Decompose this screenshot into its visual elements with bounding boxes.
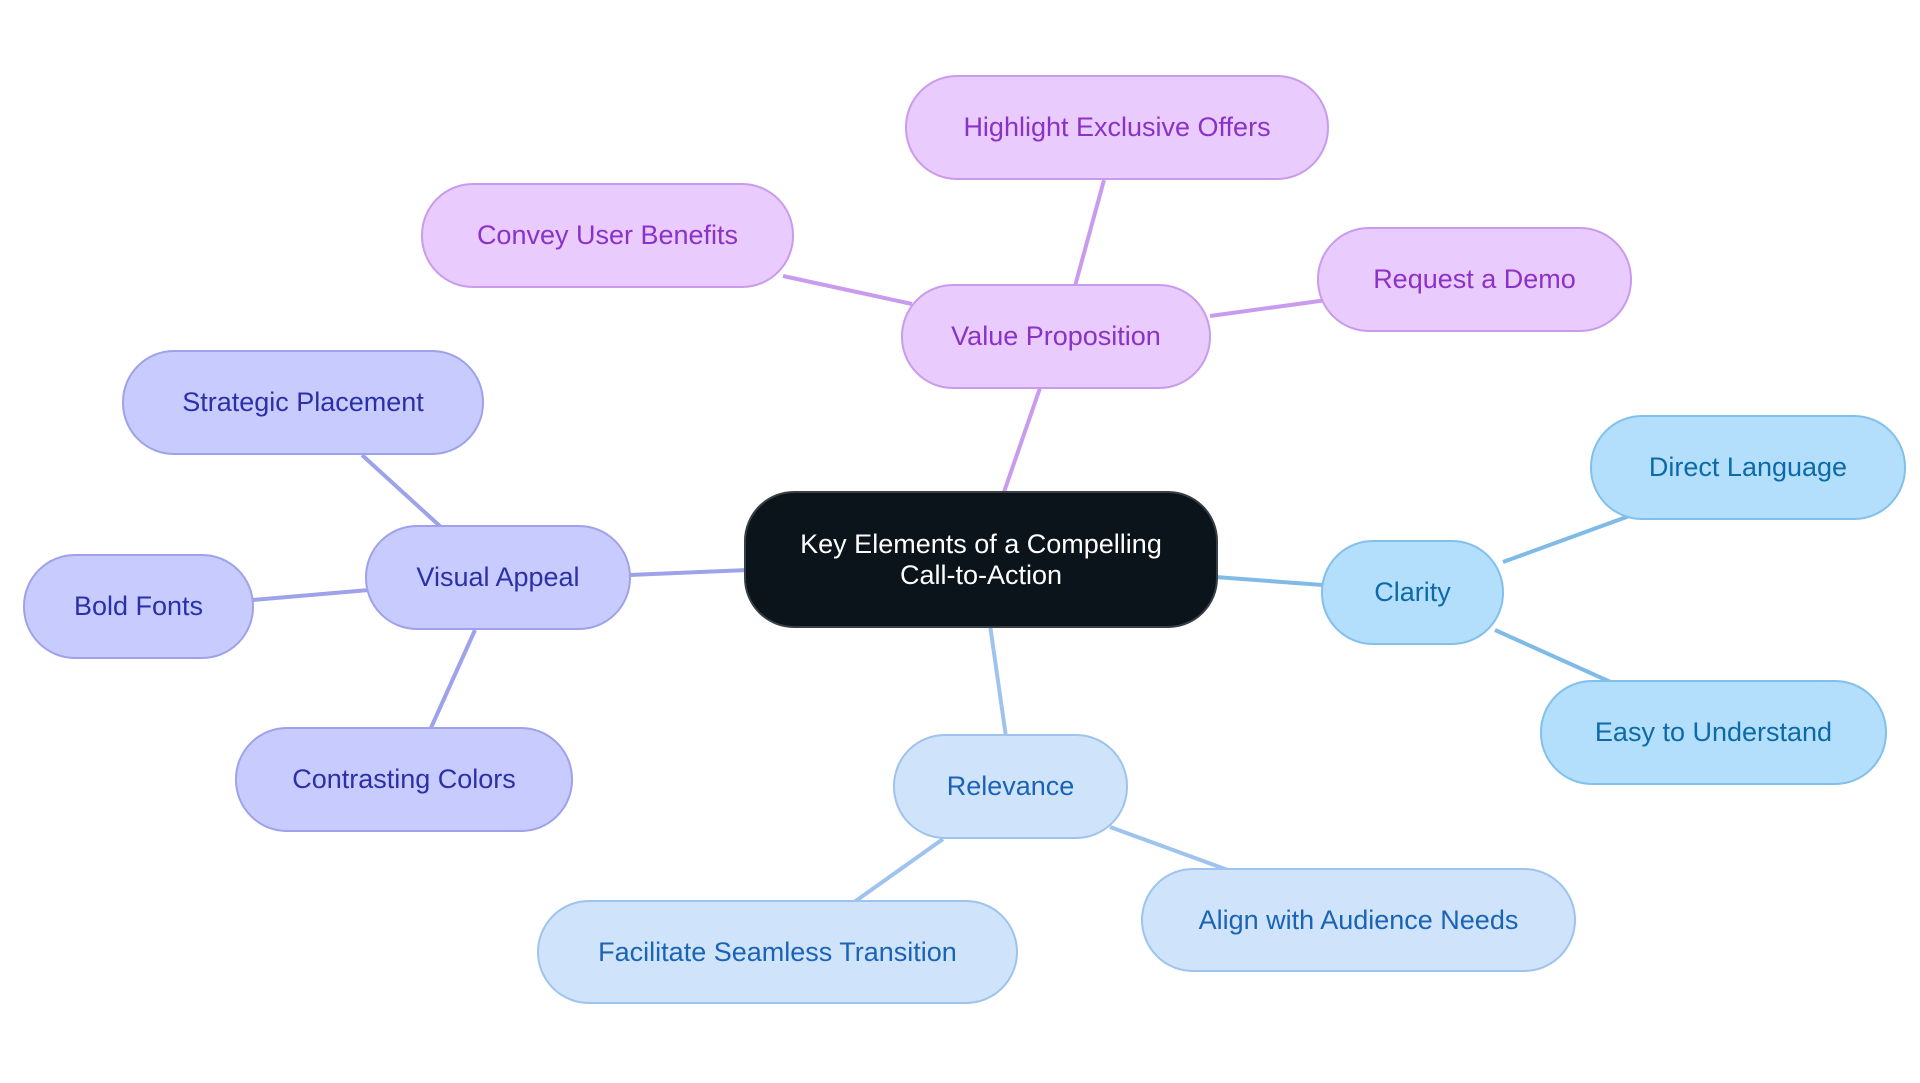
edge-visual-contrast — [428, 629, 477, 731]
node-label: Highlight Exclusive Offers — [963, 112, 1271, 142]
node-bold-fonts[interactable]: Bold Fonts — [23, 554, 254, 659]
node-clarity[interactable]: Clarity — [1321, 540, 1504, 645]
edge-value-benefits — [782, 274, 913, 306]
edge-root-visual — [629, 568, 749, 577]
edge-visual-fonts — [252, 588, 370, 602]
node-contrasting-colors[interactable]: Contrasting Colors — [235, 727, 573, 832]
node-label: Bold Fonts — [73, 591, 204, 621]
root-node-label: Key Elements of a Compelling Call-to-Act… — [800, 528, 1162, 590]
node-label: Facilitate Seamless Transition — [598, 936, 957, 967]
node-label: Align with Audience Needs — [1198, 904, 1519, 935]
edge-visual-placement — [360, 453, 444, 530]
node-convey-user-benefits[interactable]: Convey User Benefits — [421, 183, 794, 288]
node-align-with-audience-needs[interactable]: Align with Audience Needs — [1141, 868, 1576, 972]
edge-clarity-easy — [1494, 628, 1616, 686]
node-direct-language[interactable]: Direct Language — [1590, 415, 1906, 520]
node-visual-appeal[interactable]: Visual Appeal — [365, 525, 631, 630]
node-relevance[interactable]: Relevance — [893, 734, 1128, 839]
edge-value-demo — [1209, 298, 1328, 318]
node-highlight-exclusive-offers[interactable]: Highlight Exclusive Offers — [905, 75, 1329, 180]
node-easy-to-understand[interactable]: Easy to Understand — [1540, 680, 1887, 785]
node-facilitate-seamless-transition[interactable]: Facilitate Seamless Transition — [537, 900, 1018, 1004]
node-label: Contrasting Colors — [292, 764, 516, 794]
edge-root-relevance — [988, 624, 1008, 738]
node-strategic-placement[interactable]: Strategic Placement — [122, 350, 484, 455]
node-label: Easy to Understand — [1594, 717, 1833, 747]
node-label: Value Proposition — [951, 321, 1161, 351]
edge-root-value — [1002, 387, 1042, 493]
node-label: Relevance — [946, 771, 1075, 801]
node-label: Convey User Benefits — [476, 220, 739, 250]
node-value-proposition[interactable]: Value Proposition — [901, 284, 1211, 389]
node-label: Request a Demo — [1373, 264, 1576, 294]
node-label: Visual Appeal — [416, 562, 580, 592]
edge-relevance-transition — [848, 837, 945, 907]
node-label: Direct Language — [1648, 452, 1848, 482]
node-request-a-demo[interactable]: Request a Demo — [1317, 227, 1632, 332]
edge-root-clarity — [1214, 575, 1324, 587]
edge-relevance-audience — [1109, 825, 1237, 875]
edge-clarity-direct — [1502, 513, 1633, 564]
root-node[interactable]: Key Elements of a Compelling Call-to-Act… — [744, 491, 1218, 628]
edge-value-offers — [1073, 179, 1106, 287]
node-label: Clarity — [1374, 577, 1451, 607]
node-label: Strategic Placement — [182, 387, 424, 417]
